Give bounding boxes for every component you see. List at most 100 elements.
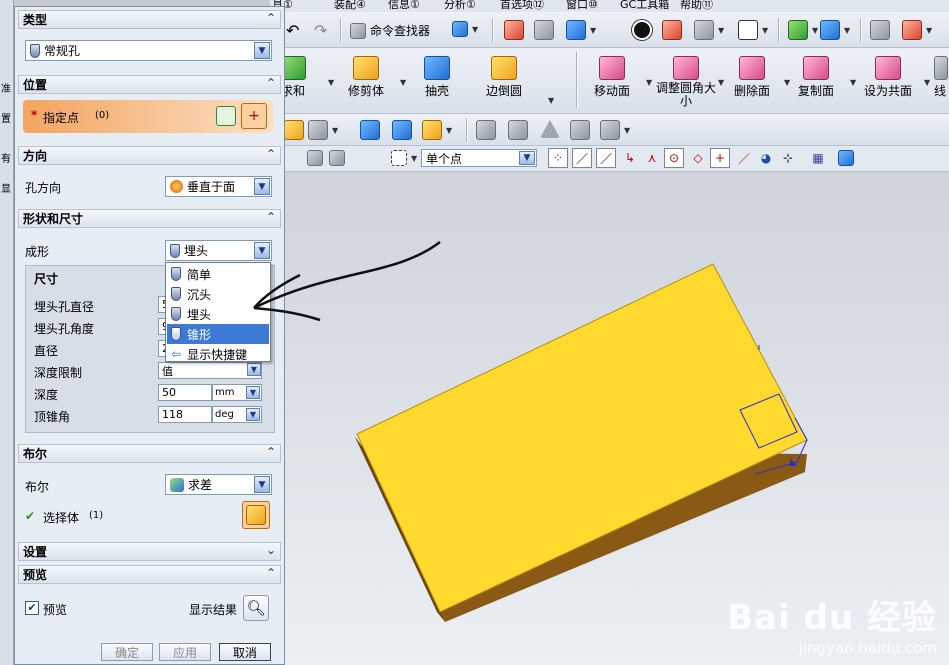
form-option-show-shortcuts[interactable]: ⇦ 显示快捷键: [167, 344, 269, 364]
chevron-up-icon: ⌃: [265, 147, 276, 161]
menu-item[interactable]: GC工具箱: [620, 0, 669, 12]
line-button[interactable]: 线: [934, 56, 948, 99]
make-coplanar-button[interactable]: 设为共面: [864, 56, 912, 99]
chevron-down-icon[interactable]: ▼: [328, 78, 334, 87]
edge-blend-button[interactable]: 边倒圆: [486, 56, 522, 99]
disabled-button[interactable]: [570, 120, 590, 140]
trim-body-button[interactable]: 修剪体: [348, 56, 384, 99]
tip-angle-input[interactable]: 118: [158, 406, 212, 423]
resource-tab[interactable]: 准: [1, 80, 11, 95]
preview-checkbox[interactable]: ✔: [25, 601, 39, 615]
cube-select-button[interactable]: [836, 148, 856, 168]
type-value: 常规孔: [44, 44, 81, 58]
measure-button[interactable]: [360, 120, 380, 140]
chevron-down-icon[interactable]: ▼: [924, 78, 930, 87]
section-view-button[interactable]: [534, 20, 554, 40]
resource-tab[interactable]: 显: [1, 180, 11, 195]
delete-face-button[interactable]: 删除面: [734, 56, 770, 99]
resize-blend-button[interactable]: 调整圆角大小: [656, 56, 716, 108]
filter-button[interactable]: [329, 150, 345, 166]
snap-intersection-button[interactable]: ⋏: [642, 148, 662, 168]
copy-face-button[interactable]: 复制面: [798, 56, 834, 99]
depth-input[interactable]: 50: [158, 384, 212, 401]
section-position[interactable]: 位置 ⌃: [18, 75, 281, 94]
layers-button[interactable]: ▼: [600, 120, 630, 140]
section-type[interactable]: 类型 ⌃: [18, 10, 281, 29]
shaded-view-button[interactable]: ▼: [566, 20, 596, 40]
move-face-button[interactable]: 移动面: [594, 56, 630, 99]
hidden-view-button[interactable]: ▼: [694, 20, 724, 40]
fit-view-button[interactable]: [504, 20, 524, 40]
tool-button[interactable]: [392, 120, 412, 140]
select-body-button[interactable]: [242, 501, 270, 529]
snap-line-button[interactable]: ／: [572, 148, 592, 168]
triangle-button[interactable]: [540, 120, 560, 138]
rect-select-button[interactable]: ▼: [391, 150, 417, 166]
text-button[interactable]: ▼: [308, 120, 338, 140]
chevron-down-icon[interactable]: ▼: [784, 78, 790, 87]
undo-button[interactable]: ↶: [286, 21, 299, 40]
resource-tab[interactable]: 有: [1, 150, 11, 165]
show-result-button[interactable]: 🔍︎: [243, 595, 269, 621]
chevron-down-icon[interactable]: ▼: [646, 78, 652, 87]
snap-on-curve-button[interactable]: ／: [734, 148, 754, 168]
snap-face-button[interactable]: ◕: [756, 148, 776, 168]
snap-curve-button[interactable]: ↳: [620, 148, 640, 168]
csys-button[interactable]: ▼: [902, 20, 932, 40]
section-form-dimensions[interactable]: 形状和尺寸 ⌃: [18, 209, 281, 228]
required-marker: *: [31, 108, 38, 122]
redo-icon: ↷: [314, 21, 328, 40]
cancel-button[interactable]: 取消: [219, 643, 271, 661]
info-button[interactable]: ▼: [452, 21, 478, 37]
snap-midpoint-button[interactable]: ／: [596, 148, 616, 168]
wcs-button[interactable]: ▼: [820, 20, 850, 40]
disabled-button[interactable]: [476, 120, 496, 140]
menu-item[interactable]: 装配④: [334, 0, 366, 12]
grid-button[interactable]: ▦: [808, 148, 828, 168]
snap-endpoint-button[interactable]: ⁘: [548, 148, 568, 168]
menu-item[interactable]: 信息①: [388, 0, 420, 12]
chevron-down-icon[interactable]: ▼: [718, 78, 724, 87]
section-settings[interactable]: 设置 ⌄: [18, 542, 281, 561]
ok-button[interactable]: 确定: [101, 643, 153, 661]
assembly-button[interactable]: ▼: [788, 20, 818, 40]
point-dialog-icon[interactable]: +: [241, 103, 267, 129]
disabled-button[interactable]: [508, 120, 528, 140]
menu-item[interactable]: 首选项⑫: [500, 0, 544, 12]
shell-button[interactable]: 抽壳: [424, 56, 450, 99]
chevron-down-icon[interactable]: ▼: [850, 78, 856, 87]
depth-limit-select[interactable]: 值 ▼: [158, 362, 262, 379]
hole-direction-select[interactable]: 垂直于面 ▼: [165, 176, 272, 197]
filter-button[interactable]: [307, 150, 323, 166]
menu-item[interactable]: 窗口⑩: [566, 0, 598, 12]
snap-point-button[interactable]: +: [710, 148, 730, 168]
menu-item[interactable]: 分析①: [444, 0, 476, 12]
sketch-section-icon[interactable]: [216, 106, 236, 126]
depth-unit-select[interactable]: mm ▼: [212, 384, 262, 401]
redo-button[interactable]: ↷: [314, 21, 327, 40]
section-direction[interactable]: 方向 ⌃: [18, 146, 281, 165]
toolbar-separator: [466, 118, 468, 142]
specify-point-row[interactable]: * 指定点 (0) +: [23, 100, 273, 133]
render-style-button[interactable]: [632, 20, 652, 40]
layer-button[interactable]: [870, 20, 890, 40]
section-boolean[interactable]: 布尔 ⌃: [18, 444, 281, 463]
snap-center-button[interactable]: ⊙: [664, 148, 684, 168]
chevron-down-icon[interactable]: ▼: [548, 96, 554, 105]
paste-button[interactable]: [284, 120, 304, 140]
menu-item[interactable]: 帮助⑪: [680, 0, 713, 12]
wire-view-button[interactable]: [662, 20, 682, 40]
resource-tab[interactable]: 置: [1, 110, 11, 125]
apply-button[interactable]: 应用: [159, 643, 211, 661]
boolean-select[interactable]: 求差 ▼: [165, 474, 272, 495]
type-select[interactable]: 常规孔 ▼: [25, 40, 272, 61]
snap-quadrant-button[interactable]: ◇: [688, 148, 708, 168]
tip-angle-unit-select[interactable]: deg ▼: [212, 406, 262, 423]
chevron-down-icon[interactable]: ▼: [400, 78, 406, 87]
snap-bounded-button[interactable]: ⊹: [778, 148, 798, 168]
point-mode-select[interactable]: 单个点 ▼: [421, 149, 537, 167]
command-finder-button[interactable]: 命令查找器: [350, 22, 430, 39]
edit-object-button[interactable]: ▼: [422, 120, 452, 140]
section-preview[interactable]: 预览 ⌃: [18, 565, 281, 584]
background-button[interactable]: ▼: [738, 20, 768, 40]
